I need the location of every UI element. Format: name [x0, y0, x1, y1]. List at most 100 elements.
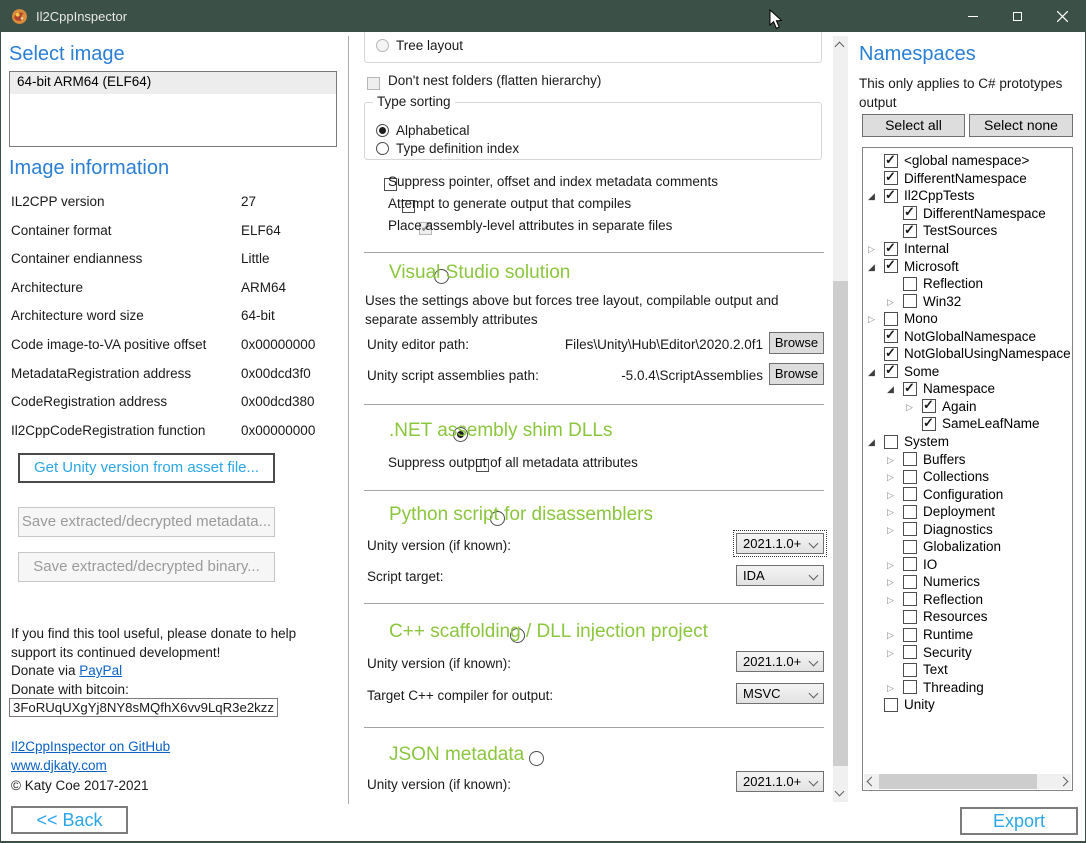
tree-checkbox[interactable] — [903, 575, 917, 589]
image-list-item[interactable]: 64-bit ARM64 (ELF64) — [10, 72, 336, 94]
tree-checkbox[interactable] — [884, 329, 898, 343]
scroll-down-icon[interactable] — [835, 787, 845, 797]
collapsed-expander-icon[interactable] — [887, 296, 903, 307]
tree-checkbox[interactable] — [884, 347, 898, 361]
tree-checkbox[interactable] — [884, 698, 898, 712]
cpp-compiler-combo[interactable]: MSVC — [736, 683, 824, 704]
tree-checkbox[interactable] — [884, 189, 898, 203]
dont-nest-checkbox[interactable] — [367, 77, 380, 90]
tree-item[interactable]: System — [864, 433, 1071, 451]
tree-checkbox[interactable] — [903, 224, 917, 238]
close-button[interactable] — [1040, 1, 1085, 32]
collapsed-expander-icon[interactable] — [887, 471, 903, 482]
tree-checkbox[interactable] — [884, 259, 898, 273]
tree-horizontal-scrollbar[interactable] — [864, 774, 1071, 789]
tree-item[interactable]: NotGlobalUsingNamespace — [864, 345, 1071, 363]
tree-item[interactable]: Buffers — [864, 450, 1071, 468]
expanded-expander-icon[interactable] — [868, 190, 884, 201]
tree-item[interactable]: Runtime — [864, 626, 1071, 644]
scroll-left-icon[interactable] — [867, 777, 877, 787]
tree-item[interactable]: Namespace — [864, 380, 1071, 398]
select-none-button[interactable]: Select none — [969, 114, 1073, 137]
tree-item[interactable]: Il2CppTests — [864, 187, 1071, 205]
cpp-unity-version-combo[interactable]: 2021.1.0+ — [736, 651, 824, 672]
tree-item[interactable]: Text — [864, 661, 1071, 679]
get-unity-version-button[interactable]: Get Unity version from asset file... — [18, 453, 275, 483]
collapsed-expander-icon[interactable] — [887, 682, 903, 693]
tree-item[interactable]: DifferentNamespace — [864, 205, 1071, 223]
scroll-up-icon[interactable] — [835, 42, 845, 52]
tree-item[interactable]: Security — [864, 643, 1071, 661]
tree-checkbox[interactable] — [903, 470, 917, 484]
export-button[interactable]: Export — [960, 807, 1078, 835]
tree-item[interactable]: IO — [864, 556, 1071, 574]
tree-layout-radio[interactable] — [376, 39, 389, 52]
tree-item[interactable]: Threading — [864, 678, 1071, 696]
tree-checkbox[interactable] — [903, 540, 917, 554]
tree-item[interactable]: Numerics — [864, 573, 1071, 591]
expanded-expander-icon[interactable] — [887, 383, 903, 394]
script-target-combo[interactable]: IDA — [736, 565, 824, 586]
bitcoin-address-input[interactable] — [9, 698, 278, 717]
tree-checkbox[interactable] — [884, 364, 898, 378]
minimize-button[interactable] — [950, 1, 995, 32]
tree-item[interactable]: Globalization — [864, 538, 1071, 556]
tree-checkbox[interactable] — [903, 382, 917, 396]
tree-item[interactable]: Unity — [864, 696, 1071, 714]
collapsed-expander-icon[interactable] — [887, 629, 903, 640]
collapsed-expander-icon[interactable] — [906, 401, 922, 412]
json-metadata-radio[interactable] — [529, 751, 544, 766]
collapsed-expander-icon[interactable] — [868, 313, 884, 324]
tree-checkbox[interactable] — [903, 645, 917, 659]
tree-item[interactable]: DifferentNamespace — [864, 170, 1071, 188]
tree-item[interactable]: Internal — [864, 240, 1071, 258]
scroll-right-icon[interactable] — [1059, 777, 1069, 787]
tree-item[interactable]: SameLeafName — [864, 415, 1071, 433]
tree-checkbox[interactable] — [903, 505, 917, 519]
tree-checkbox[interactable] — [903, 522, 917, 536]
tree-item[interactable]: Again — [864, 398, 1071, 416]
namespaces-tree[interactable]: <global namespace>DifferentNamespaceIl2C… — [862, 147, 1073, 791]
tree-item[interactable]: Configuration — [864, 485, 1071, 503]
tree-checkbox[interactable] — [884, 242, 898, 256]
tree-checkbox[interactable] — [903, 294, 917, 308]
alphabetical-radio[interactable] — [376, 124, 389, 137]
tree-checkbox[interactable] — [903, 610, 917, 624]
tree-item[interactable]: TestSources — [864, 222, 1071, 240]
tree-checkbox[interactable] — [903, 663, 917, 677]
tree-checkbox[interactable] — [903, 557, 917, 571]
collapsed-expander-icon[interactable] — [887, 594, 903, 605]
tree-item[interactable]: Deployment — [864, 503, 1071, 521]
browse-editor-path-button[interactable]: Browse — [769, 332, 824, 354]
paypal-link[interactable]: PayPal — [79, 663, 122, 678]
type-index-radio[interactable] — [376, 142, 389, 155]
scrollbar-thumb[interactable] — [833, 281, 848, 766]
tree-checkbox[interactable] — [884, 154, 898, 168]
tree-item[interactable]: Mono — [864, 310, 1071, 328]
tree-item[interactable]: <global namespace> — [864, 152, 1071, 170]
collapsed-expander-icon[interactable] — [887, 489, 903, 500]
tree-item[interactable]: Diagnostics — [864, 520, 1071, 538]
collapsed-expander-icon[interactable] — [868, 243, 884, 254]
tree-item[interactable]: Reflection — [864, 591, 1071, 609]
scrollbar-thumb[interactable] — [879, 774, 1037, 789]
expanded-expander-icon[interactable] — [868, 261, 884, 272]
tree-checkbox[interactable] — [884, 312, 898, 326]
tree-checkbox[interactable] — [903, 277, 917, 291]
select-all-button[interactable]: Select all — [862, 114, 965, 137]
maximize-button[interactable] — [995, 1, 1040, 32]
tree-item[interactable]: Microsoft — [864, 257, 1071, 275]
tree-checkbox[interactable] — [884, 435, 898, 449]
collapsed-expander-icon[interactable] — [887, 454, 903, 465]
python-unity-version-combo[interactable]: 2021.1.0+ — [736, 533, 824, 554]
tree-checkbox[interactable] — [903, 628, 917, 642]
tree-checkbox[interactable] — [922, 399, 936, 413]
json-unity-version-combo[interactable]: 2021.1.0+ — [736, 771, 824, 792]
browse-assemblies-path-button[interactable]: Browse — [769, 363, 824, 385]
tree-checkbox[interactable] — [884, 171, 898, 185]
tree-checkbox[interactable] — [903, 680, 917, 694]
image-listbox[interactable]: 64-bit ARM64 (ELF64) — [9, 71, 337, 147]
tree-checkbox[interactable] — [922, 417, 936, 431]
collapsed-expander-icon[interactable] — [887, 506, 903, 517]
github-link[interactable]: Il2CppInspector on GitHub — [11, 739, 170, 754]
